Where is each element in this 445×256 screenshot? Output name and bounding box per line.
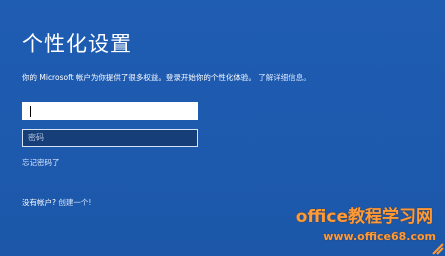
page-title: 个性化设置 [22, 32, 132, 56]
watermark-corner-icon [432, 243, 444, 255]
password-placeholder: 密码 [28, 133, 44, 142]
account-input[interactable] [22, 102, 198, 120]
benefits-description: 你的 Microsoft 帐户为你提供了很多权益。登录开始你的个性化体验。 了解… [22, 72, 311, 83]
site-watermark: office教程学习网 www.office68.com [287, 200, 445, 256]
create-account-link[interactable]: 创建一个! [58, 198, 91, 207]
no-account-row: 没有帐户? 创建一个! [22, 197, 91, 208]
no-account-text: 没有帐户? [22, 198, 56, 207]
personalize-settings-screen: 个性化设置 你的 Microsoft 帐户为你提供了很多权益。登录开始你的个性化… [0, 0, 445, 256]
benefits-text: 你的 Microsoft 帐户为你提供了很多权益。登录开始你的个性化体验。 [22, 73, 256, 82]
watermark-url-text: www.office68.com [323, 230, 436, 243]
forgot-password-link[interactable]: 忘记密码了 [22, 157, 60, 168]
text-caret [30, 106, 31, 117]
watermark-main-text: office教程学习网 [295, 207, 433, 227]
password-input[interactable]: 密码 [22, 129, 198, 147]
learn-more-link[interactable]: 了解详细信息。 [258, 73, 311, 82]
